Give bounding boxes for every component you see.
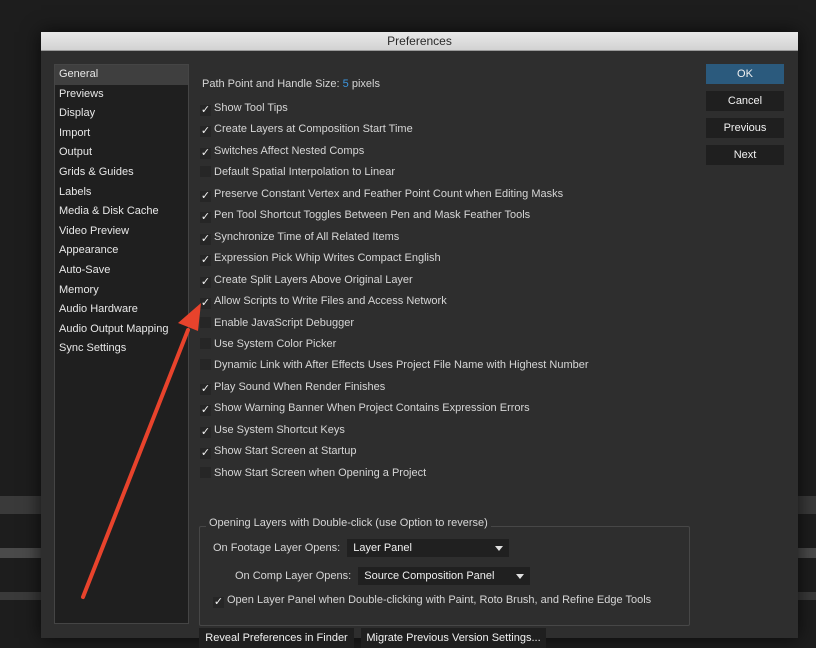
sidebar-item-grids-guides[interactable]: Grids & Guides — [55, 163, 188, 183]
option-label: Synchronize Time of All Related Items — [214, 230, 400, 243]
checkmark-icon: ✓ — [200, 146, 211, 159]
option-label: Show Start Screen at Startup — [214, 445, 357, 458]
path-point-size-row: Path Point and Handle Size: 5 pixels — [202, 78, 380, 90]
option-label: Preserve Constant Vertex and Feather Poi… — [214, 187, 564, 200]
option-label: Create Layers at Composition Start Time — [214, 123, 413, 136]
checkmark-icon: ✓ — [200, 211, 211, 224]
option-checkbox-8[interactable]: ✓ Create Split Layers Above Original Laye… — [200, 272, 413, 288]
next-button[interactable]: Next — [706, 145, 784, 165]
sidebar-item-general[interactable]: General — [55, 65, 188, 85]
sidebar-item-video-preview[interactable]: Video Preview — [55, 222, 188, 242]
option-label: Play Sound When Render Finishes — [214, 380, 386, 393]
checkmark-icon: ✓ — [200, 104, 211, 116]
checkbox-icon — [200, 316, 211, 328]
checkmark-icon: ✓ — [200, 254, 211, 267]
footage-layer-row: On Footage Layer Opens: Layer Panel — [213, 539, 510, 557]
sidebar-item-audio-hardware[interactable]: Audio Hardware — [55, 300, 188, 320]
option-checkbox-6[interactable]: ✓ Synchronize Time of All Related Items — [200, 229, 399, 245]
checkmark-icon: ✓ — [200, 189, 211, 202]
cancel-button[interactable]: Cancel — [706, 91, 784, 111]
double-click-group: Opening Layers with Double-click (use Op… — [199, 517, 690, 626]
sidebar-item-appearance[interactable]: Appearance — [55, 241, 188, 261]
checkbox-icon — [200, 359, 211, 371]
chevron-down-icon — [495, 546, 504, 551]
comp-layer-value: Source Composition Panel — [364, 570, 495, 582]
path-point-size-label: Path Point and Handle Size: — [202, 78, 340, 90]
previous-button[interactable]: Previous — [706, 118, 784, 138]
chevron-down-icon — [516, 574, 525, 579]
double-click-group-title: Opening Layers with Double-click (use Op… — [206, 517, 491, 529]
option-checkbox-10[interactable]: Enable JavaScript Debugger — [200, 315, 354, 331]
sidebar-item-import[interactable]: Import — [55, 124, 188, 144]
option-checkbox-14[interactable]: ✓ Show Warning Banner When Project Contai… — [200, 400, 530, 417]
option-label: Default Spatial Interpolation to Linear — [214, 166, 396, 179]
option-checkbox-2[interactable]: ✓ Switches Affect Nested Comps — [200, 143, 364, 159]
sidebar-item-output[interactable]: Output — [55, 143, 188, 163]
migrate-settings-button[interactable]: Migrate Previous Version Settings... — [361, 628, 546, 648]
path-point-size-unit: pixels — [351, 78, 380, 90]
option-label: Expression Pick Whip Writes Compact Engl… — [214, 252, 441, 265]
option-checkbox-1[interactable]: ✓ Create Layers at Composition Start Time — [200, 121, 413, 138]
footage-layer-dropdown[interactable]: Layer Panel — [347, 539, 510, 557]
checkmark-icon: ✓ — [200, 425, 211, 438]
path-point-size-value[interactable]: 5 — [343, 78, 349, 90]
sidebar-item-sync-settings[interactable]: Sync Settings — [55, 339, 188, 359]
footage-layer-label: On Footage Layer Opens: — [213, 542, 341, 554]
sidebar-item-labels[interactable]: Labels — [55, 183, 188, 203]
checkbox-icon — [200, 466, 211, 478]
checkmark-icon: ✓ — [200, 125, 211, 138]
sidebar-item-audio-output-mapping[interactable]: Audio Output Mapping — [55, 320, 188, 340]
option-checkbox-0[interactable]: ✓ Show Tool Tips — [200, 100, 288, 116]
footage-layer-value: Layer Panel — [353, 542, 412, 554]
checkmark-icon: ✓ — [200, 275, 211, 288]
option-checkbox-16[interactable]: ✓ Show Start Screen at Startup — [200, 443, 357, 460]
comp-layer-dropdown[interactable]: Source Composition Panel — [358, 567, 531, 585]
option-label: Switches Affect Nested Comps — [214, 144, 365, 157]
comp-layer-row: On Comp Layer Opens: Source Composition … — [235, 567, 531, 585]
sidebar-item-media-disk-cache[interactable]: Media & Disk Cache — [55, 202, 188, 222]
sidebar-item-memory[interactable]: Memory — [55, 281, 188, 301]
paint-layer-panel-label: Open Layer Panel when Double-clicking wi… — [227, 594, 652, 606]
option-label: Use System Shortcut Keys — [214, 423, 345, 436]
option-checkbox-9[interactable]: ✓ Allow Scripts to Write Files and Access… — [200, 293, 447, 310]
option-label: Show Warning Banner When Project Contain… — [214, 402, 530, 415]
option-checkbox-13[interactable]: ✓ Play Sound When Render Finishes — [200, 379, 385, 395]
checkbox-icon — [200, 337, 211, 349]
option-checkbox-3[interactable]: Default Spatial Interpolation to Linear — [200, 164, 395, 180]
checkmark-icon: ✓ — [213, 596, 224, 608]
option-label: Show Tool Tips — [214, 102, 288, 114]
option-checkbox-12[interactable]: Dynamic Link with After Effects Uses Pro… — [200, 357, 589, 373]
checkmark-icon: ✓ — [200, 404, 211, 417]
option-checkbox-17[interactable]: Show Start Screen when Opening a Project — [200, 465, 426, 481]
checkmark-icon: ✓ — [200, 382, 211, 395]
paint-layer-panel-checkbox[interactable]: ✓ Open Layer Panel when Double-clicking w… — [213, 592, 651, 608]
preferences-dialog: Preferences General Previews Display Import… — [41, 32, 798, 648]
option-checkbox-5[interactable]: ✓ Pen Tool Shortcut Toggles Between Pen a… — [200, 207, 531, 224]
option-label: Dynamic Link with After Effects Uses Pro… — [214, 359, 589, 372]
option-label: Show Start Screen when Opening a Project — [214, 466, 427, 479]
checkmark-icon: ✓ — [200, 232, 211, 245]
comp-layer-label: On Comp Layer Opens: — [235, 570, 352, 582]
option-checkbox-4[interactable]: ✓ Preserve Constant Vertex and Feather Po… — [200, 186, 563, 202]
option-checkbox-15[interactable]: ✓ Use System Shortcut Keys — [200, 422, 345, 438]
checkmark-icon: ✓ — [200, 297, 211, 310]
option-label: Create Split Layers Above Original Layer — [214, 273, 413, 286]
option-label: Use System Color Picker — [214, 337, 337, 350]
checkbox-icon — [200, 166, 211, 178]
option-label: Enable JavaScript Debugger — [214, 316, 355, 329]
sidebar-item-display[interactable]: Display — [55, 104, 188, 124]
checkmark-icon: ✓ — [200, 447, 211, 460]
option-checkbox-11[interactable]: Use System Color Picker — [200, 336, 336, 352]
option-label: Pen Tool Shortcut Toggles Between Pen an… — [214, 209, 531, 222]
sidebar-item-auto-save[interactable]: Auto-Save — [55, 261, 188, 281]
option-checkbox-7[interactable]: ✓ Expression Pick Whip Writes Compact Eng… — [200, 250, 441, 267]
reveal-preferences-button[interactable]: Reveal Preferences in Finder — [199, 628, 354, 648]
dialog-title: Preferences — [41, 32, 798, 51]
ok-button[interactable]: OK — [706, 64, 784, 84]
option-label: Allow Scripts to Write Files and Access … — [214, 295, 447, 308]
sidebar-item-previews[interactable]: Previews — [55, 85, 188, 105]
preferences-sidebar: General Previews Display Import Output Grids … — [54, 64, 189, 624]
